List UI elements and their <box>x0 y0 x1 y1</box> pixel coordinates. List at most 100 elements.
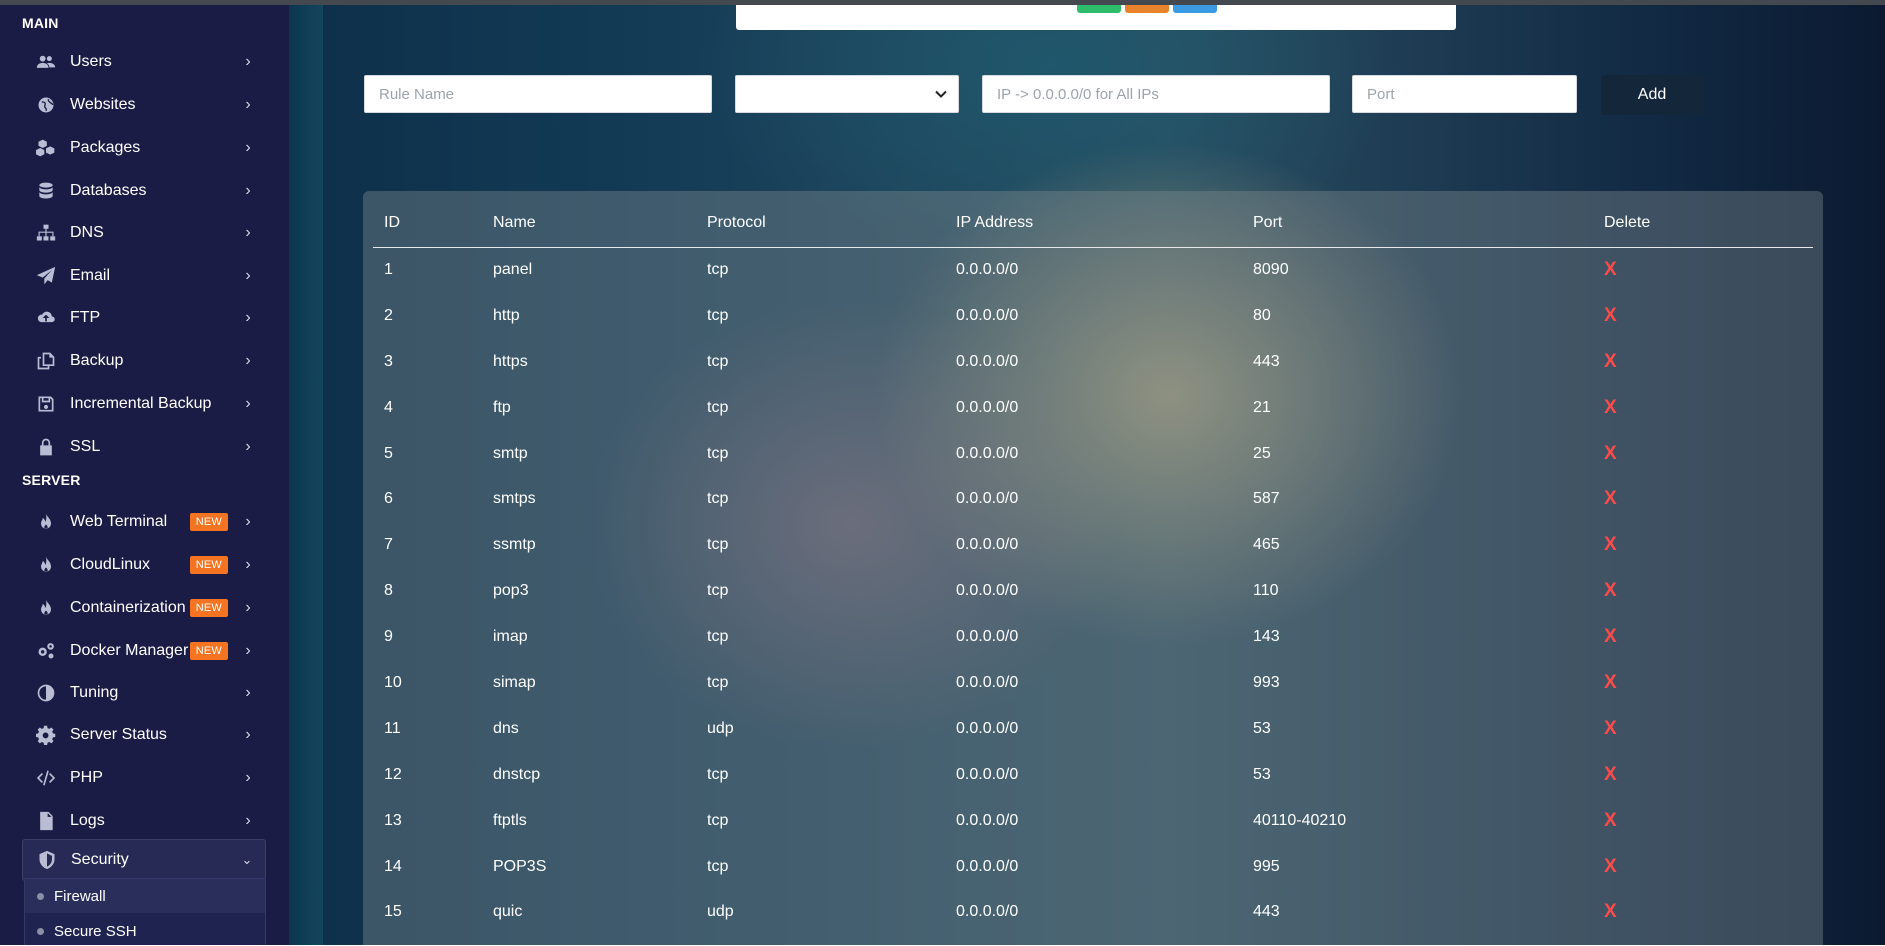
rule-port-cell: 443 <box>1253 352 1280 370</box>
sidebar-item-label: Incremental Backup <box>70 395 212 412</box>
sidebar-item-ssl[interactable]: SSL › <box>22 428 266 466</box>
protocol-select[interactable] <box>735 75 959 113</box>
sidebar-item-packages[interactable]: Packages › <box>22 129 266 167</box>
flame-icon <box>34 596 58 620</box>
delete-cell: X <box>1604 844 1813 890</box>
chevron-right-icon: › <box>245 642 251 659</box>
sidebar-item-tuning[interactable]: Tuning › <box>22 674 266 712</box>
delete-rule-button[interactable]: X <box>1604 305 1617 326</box>
rule-name-cell: quic <box>493 903 523 921</box>
table-row: 12 dnstcp tcp 0.0.0.0/0 53 X <box>373 752 1813 798</box>
rule-ip-cell: 0.0.0.0/0 <box>956 903 1019 921</box>
bullet-icon <box>37 927 44 935</box>
sidebar-item-php[interactable]: PHP › <box>22 759 266 797</box>
delete-rule-button[interactable]: X <box>1604 397 1617 418</box>
sidebar-item-label: Containerization <box>70 599 186 616</box>
delete-cell: X <box>1604 614 1813 660</box>
rule-id-cell: 2 <box>384 306 393 324</box>
rule-name-cell: simap <box>493 673 536 691</box>
chevron-right-icon: › <box>245 224 251 241</box>
delete-rule-button[interactable]: X <box>1604 672 1617 693</box>
rule-protocol-cell: tcp <box>707 352 729 370</box>
code-icon <box>34 766 58 790</box>
delete-rule-button[interactable]: X <box>1604 443 1617 464</box>
globe-icon <box>34 93 58 117</box>
submenu-item-firewall[interactable]: Firewall <box>25 879 265 913</box>
delete-rule-button[interactable]: X <box>1604 626 1617 647</box>
rule-ip-cell: 0.0.0.0/0 <box>956 857 1019 875</box>
chevron-right-icon: › <box>245 309 251 326</box>
rule-name-input[interactable] <box>364 75 712 113</box>
sidebar-item-label: Security <box>71 851 129 868</box>
delete-rule-button[interactable]: X <box>1604 259 1617 280</box>
sidebar-item-cloudlinux[interactable]: CloudLinux NEW › <box>22 546 266 584</box>
sidebar-item-users[interactable]: Users › <box>22 43 266 81</box>
sidebar-item-backup[interactable]: Backup › <box>22 342 266 380</box>
rule-port-cell: 995 <box>1253 857 1280 875</box>
delete-rule-button[interactable]: X <box>1604 856 1617 877</box>
delete-cell: X <box>1604 660 1813 706</box>
rule-ip-cell: 0.0.0.0/0 <box>956 490 1019 508</box>
gear-icon <box>34 723 58 747</box>
sidebar-item-label: FTP <box>70 309 101 326</box>
sidebar-item-logs[interactable]: Logs › <box>22 802 266 840</box>
chevron-right-icon: › <box>245 726 251 743</box>
rule-ip-cell: 0.0.0.0/0 <box>956 673 1019 691</box>
sidebar-item-label: SSL <box>70 438 101 455</box>
sidebar-item-label: Packages <box>70 139 141 156</box>
rule-id-cell: 14 <box>384 857 402 875</box>
chevron-right-icon: › <box>245 352 251 369</box>
flame-icon <box>34 510 58 534</box>
sidebar-item-email[interactable]: Email › <box>22 257 266 295</box>
submenu-item-secure-ssh[interactable]: Secure SSH <box>25 914 265 945</box>
cloud-upload-icon <box>34 306 58 330</box>
rule-ip-cell: 0.0.0.0/0 <box>956 444 1019 462</box>
sidebar-item-docker-manager[interactable]: Docker Manager NEW › <box>22 632 266 670</box>
delete-rule-button[interactable]: X <box>1604 488 1617 509</box>
delete-rule-button[interactable]: X <box>1604 810 1617 831</box>
database-icon <box>34 179 58 203</box>
sidebar-item-server-status[interactable]: Server Status › <box>22 716 266 754</box>
delete-rule-button[interactable]: X <box>1604 534 1617 555</box>
rule-id-cell: 4 <box>384 398 393 416</box>
chevron-right-icon: › <box>245 438 251 455</box>
sidebar-item-containerization[interactable]: Containerization NEW › <box>22 589 266 627</box>
chevron-down-icon: ⌄ <box>241 852 253 867</box>
rule-port-cell: 40110-40210 <box>1253 811 1347 829</box>
delete-rule-button[interactable]: X <box>1604 580 1617 601</box>
table-row: 13 ftptls tcp 0.0.0.0/0 40110-40210 X <box>373 798 1813 844</box>
sidebar-item-websites[interactable]: Websites › <box>22 86 266 124</box>
delete-cell: X <box>1604 293 1813 339</box>
table-row: 4 ftp tcp 0.0.0.0/0 21 X <box>373 385 1813 431</box>
rule-ip-cell: 0.0.0.0/0 <box>956 811 1019 829</box>
firewall-rules-table: ID Name Protocol IP Address Port Delete … <box>373 191 1813 935</box>
sidebar-item-security[interactable]: Security ⌄ <box>22 839 266 881</box>
sidebar-item-dns[interactable]: DNS › <box>22 214 266 252</box>
delete-rule-button[interactable]: X <box>1604 901 1617 922</box>
users-icon <box>34 50 58 74</box>
chevron-right-icon: › <box>245 556 251 573</box>
rule-name-cell: smtps <box>493 490 536 508</box>
ip-address-input[interactable] <box>982 75 1330 113</box>
sidebar-item-label: Email <box>70 267 111 284</box>
sidebar-item-databases[interactable]: Databases › <box>22 172 266 210</box>
rule-port-cell: 25 <box>1253 444 1271 462</box>
security-submenu: Firewall Secure SSH <box>24 878 266 945</box>
sidebar-item-incremental-backup[interactable]: Incremental Backup › <box>22 385 266 423</box>
delete-rule-button[interactable]: X <box>1604 764 1617 785</box>
delete-rule-button[interactable]: X <box>1604 718 1617 739</box>
rule-protocol-cell: tcp <box>707 398 729 416</box>
delete-rule-button[interactable]: X <box>1604 351 1617 372</box>
add-rule-button[interactable]: Add <box>1601 75 1703 115</box>
port-input[interactable] <box>1352 75 1577 113</box>
table-row: 7 ssmtp tcp 0.0.0.0/0 465 X <box>373 522 1813 568</box>
chevron-down-icon <box>935 90 947 98</box>
rule-id-cell: 10 <box>384 673 402 691</box>
chevron-right-icon: › <box>245 395 251 412</box>
firewall-rules-card: ID Name Protocol IP Address Port Delete … <box>363 191 1823 945</box>
rule-id-cell: 9 <box>384 628 393 646</box>
table-header-row: ID Name Protocol IP Address Port Delete <box>373 191 1813 248</box>
sidebar-item-ftp[interactable]: FTP › <box>22 299 266 337</box>
cubes-icon <box>34 136 58 160</box>
sidebar-item-web-terminal[interactable]: Web Terminal NEW › <box>22 503 266 541</box>
